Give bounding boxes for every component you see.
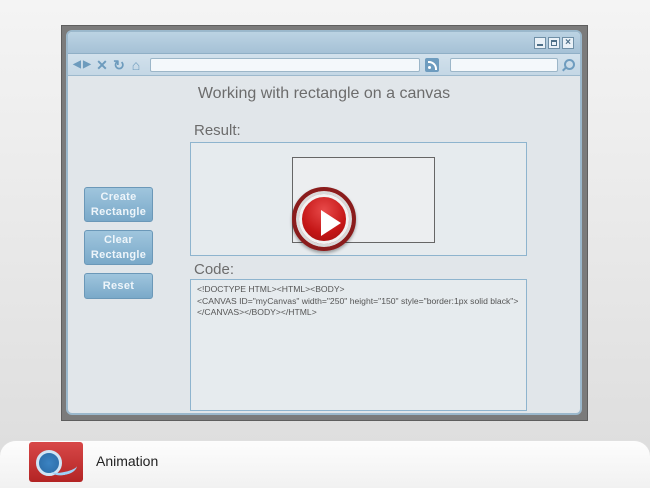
title-bar: ×	[68, 32, 580, 54]
code-line: <!DOCTYPE HTML><HTML><BODY>	[197, 284, 345, 294]
result-label: Result:	[194, 122, 241, 139]
close-icon[interactable]: ×	[562, 37, 574, 49]
minimize-icon[interactable]	[534, 37, 546, 49]
maximize-icon[interactable]	[548, 37, 560, 49]
reset-button[interactable]: Reset	[84, 273, 153, 299]
stop-icon[interactable]: ✕	[95, 57, 109, 73]
back-icon[interactable]: ◀	[72, 57, 82, 73]
code-panel: <!DOCTYPE HTML><HTML><BODY> <CANVAS ID="…	[190, 279, 527, 411]
footer-label: Animation	[96, 453, 159, 469]
code-line: <CANVAS ID="myCanvas" width="250" height…	[197, 295, 519, 306]
code-line: </CANVAS></BODY></HTML>	[197, 307, 317, 317]
clear-rectangle-button[interactable]: Clear Rectangle	[84, 230, 153, 265]
create-rectangle-button[interactable]: Create Rectangle	[84, 187, 153, 222]
search-input[interactable]	[450, 58, 558, 72]
forward-icon[interactable]: ▶	[82, 57, 92, 73]
home-icon[interactable]: ⌂	[128, 57, 144, 73]
refresh-icon[interactable]: ↻	[112, 57, 126, 73]
code-label: Code:	[194, 261, 235, 278]
search-icon[interactable]	[561, 58, 575, 72]
play-button-face	[299, 194, 349, 244]
address-bar[interactable]	[150, 58, 420, 72]
result-panel	[190, 142, 527, 256]
window-controls: ×	[534, 37, 574, 49]
play-button[interactable]	[292, 187, 356, 251]
page-title: Working with rectangle on a canvas	[197, 85, 451, 102]
rss-icon[interactable]	[425, 58, 439, 72]
navigation-bar: ◀ ▶ ✕ ↻ ⌂	[68, 54, 580, 76]
animation-film-icon	[29, 442, 83, 482]
play-icon	[321, 210, 341, 236]
